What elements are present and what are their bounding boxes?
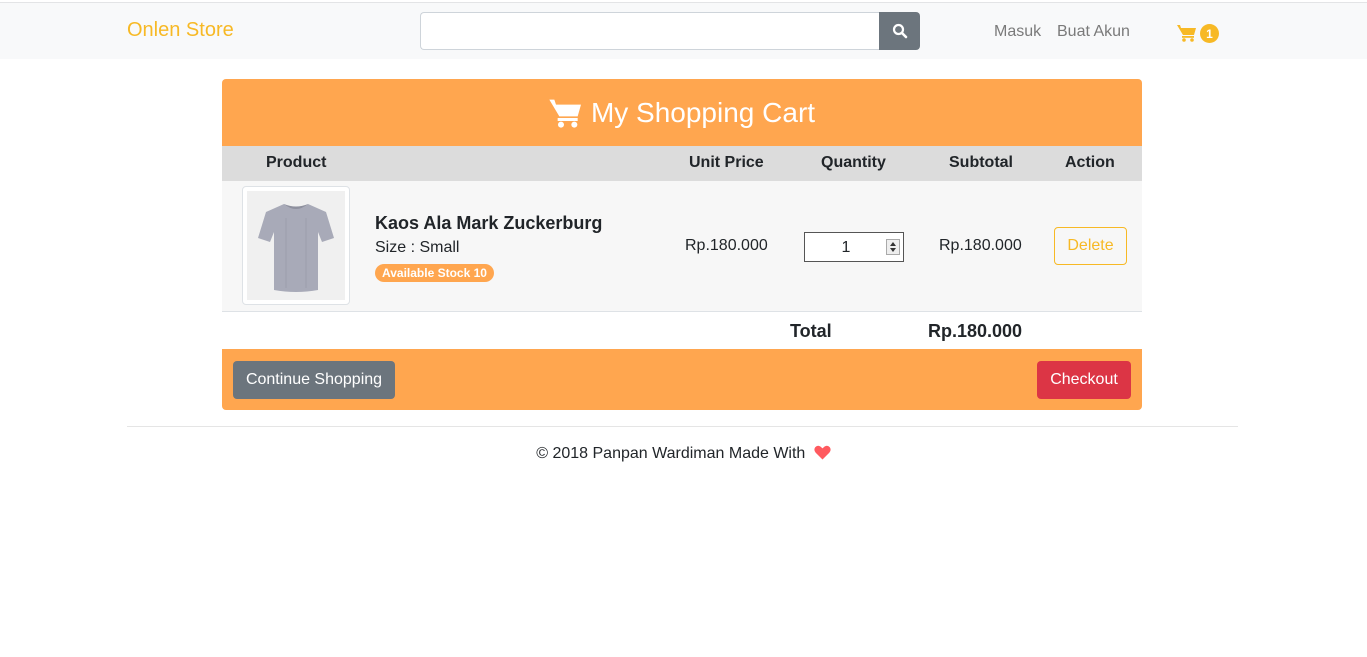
total-label: Total — [790, 321, 832, 341]
column-header-unit-price: Unit Price — [689, 154, 764, 171]
product-name: Kaos Ala Mark Zuckerburg — [375, 213, 603, 233]
navbar: Onlen Store Masuk Buat Akun 1 — [0, 3, 1367, 59]
spin-up-icon[interactable] — [890, 242, 896, 246]
spin-down-icon[interactable] — [890, 248, 896, 252]
footer-divider — [127, 426, 1238, 427]
column-header-action: Action — [1065, 154, 1115, 171]
unit-price: Rp.180.000 — [685, 237, 768, 254]
search-icon — [892, 23, 907, 39]
subtotal: Rp.180.000 — [939, 237, 1022, 254]
product-thumbnail[interactable] — [242, 186, 350, 305]
login-link[interactable]: Masuk — [994, 23, 1041, 41]
cart-footer: Continue Shopping Checkout — [222, 349, 1142, 410]
column-header-quantity: Quantity — [821, 154, 886, 171]
continue-shopping-button[interactable]: Continue Shopping — [233, 361, 395, 399]
checkout-button[interactable]: Checkout — [1037, 361, 1131, 399]
quantity-spin-buttons[interactable] — [886, 239, 900, 255]
heart-icon — [814, 445, 831, 460]
footer-text: © 2018 Panpan Wardiman Made With — [536, 445, 806, 462]
table-header: Product Unit Price Quantity Subtotal Act… — [222, 146, 1142, 181]
column-header-product: Product — [266, 154, 327, 171]
register-link[interactable]: Buat Akun — [1057, 23, 1130, 41]
page-title: My Shopping Cart — [590, 96, 816, 128]
search-button[interactable] — [879, 12, 920, 50]
search-input[interactable] — [420, 12, 879, 50]
cart-count-badge: 1 — [1200, 24, 1219, 43]
shopping-cart-icon — [1177, 25, 1196, 42]
table-row: Kaos Ala Mark Zuckerburg Size : Small Av… — [222, 181, 1142, 311]
brand-link[interactable]: Onlen Store — [127, 19, 234, 42]
product-size: Size : Small — [375, 239, 460, 256]
stock-badge: Available Stock 10 — [375, 264, 494, 282]
total-value: Rp.180.000 — [928, 321, 1023, 341]
shopping-cart-card: My Shopping Cart Product Unit Price Quan… — [222, 79, 1142, 410]
delete-button[interactable]: Delete — [1054, 227, 1127, 265]
total-row: Total Rp.180.000 — [222, 311, 1142, 349]
cart-header: My Shopping Cart — [222, 79, 1142, 146]
shopping-cart-icon — [549, 99, 581, 128]
tshirt-icon — [258, 203, 334, 292]
page-footer: © 2018 Panpan Wardiman Made With — [0, 445, 1367, 463]
quantity-stepper[interactable]: 1 — [804, 232, 904, 262]
column-header-subtotal: Subtotal — [949, 154, 1013, 171]
quantity-value: 1 — [841, 239, 851, 256]
search-form — [420, 12, 920, 50]
cart-nav-link[interactable]: 1 — [1177, 22, 1221, 44]
